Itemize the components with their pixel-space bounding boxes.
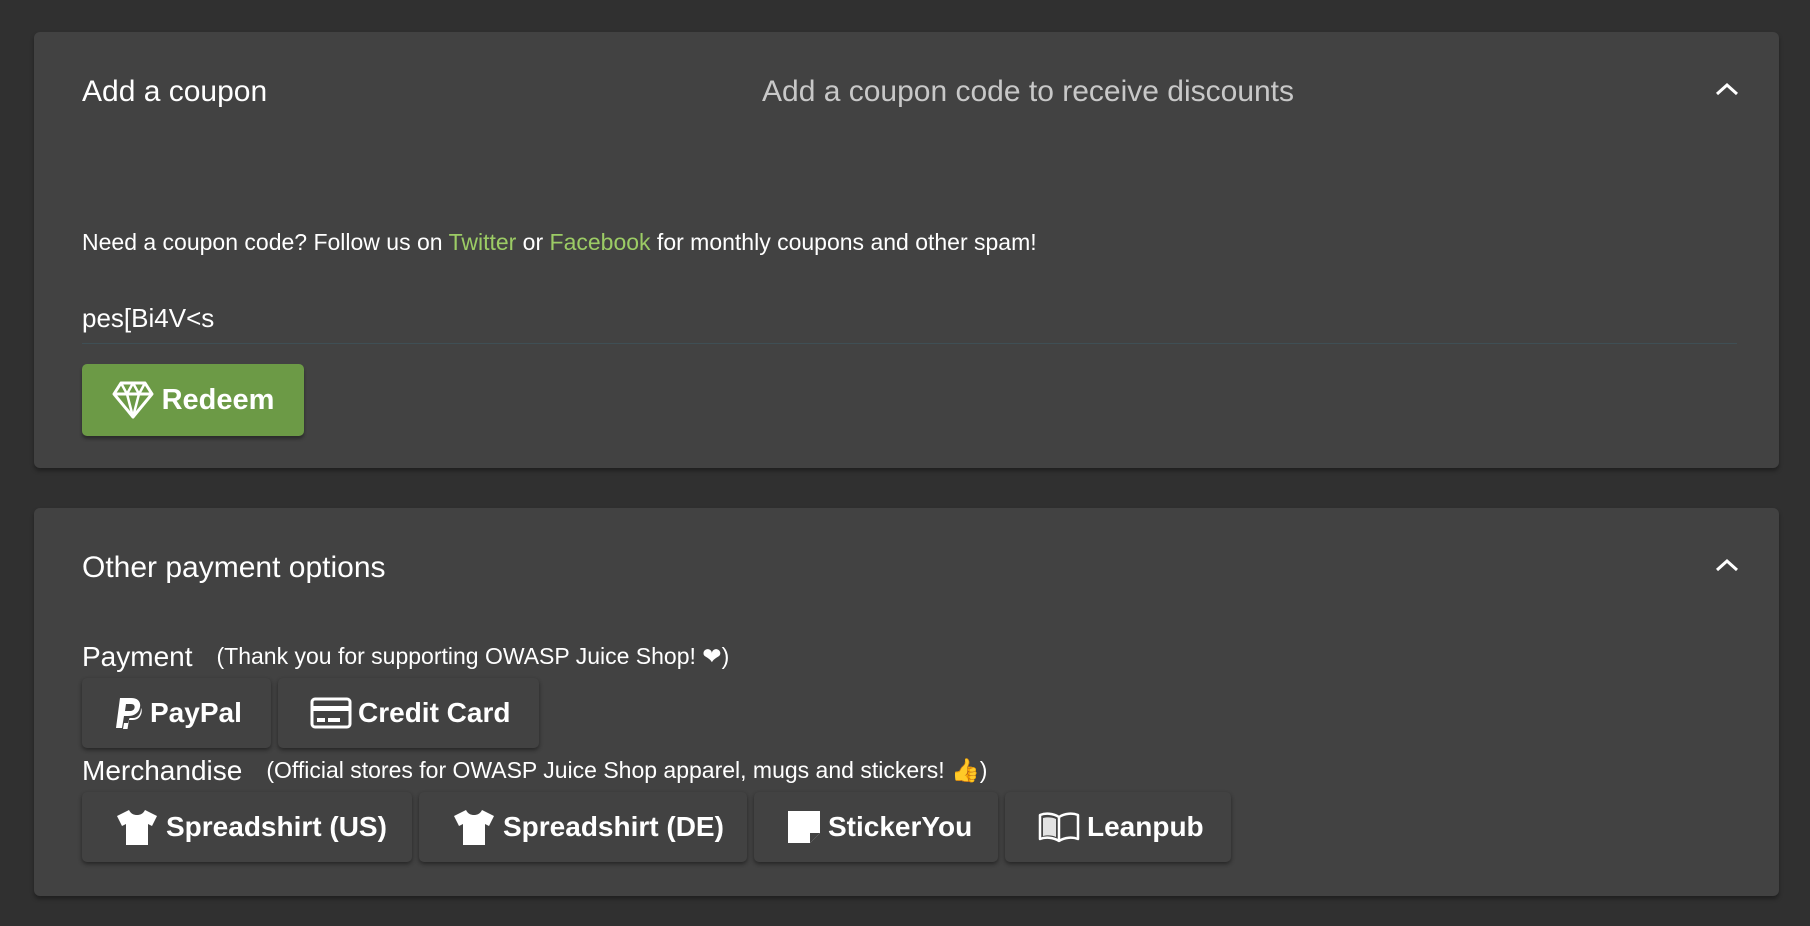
credit-card-label: Credit Card — [358, 697, 511, 728]
payment-note: (Thank you for supporting OWASP Juice Sh… — [216, 643, 730, 669]
coupon-panel-description: Add a coupon code to receive discounts — [762, 75, 1295, 108]
redeem-label: Redeem — [161, 383, 275, 416]
payment-buttons: PayPal Credit Card — [82, 678, 539, 748]
facebook-link[interactable]: Facebook — [550, 229, 651, 255]
coupon-input[interactable] — [82, 300, 1737, 344]
merchandise-note: (Official stores for OWASP Juice Shop ap… — [266, 757, 988, 783]
book-icon — [1037, 811, 1081, 843]
spreadshirt-de-label: Spreadshirt (DE) — [503, 811, 724, 842]
stickeryou-label: StickerYou — [828, 811, 973, 842]
redeem-button[interactable]: Redeem — [82, 364, 304, 436]
paypal-button[interactable]: PayPal — [82, 678, 271, 748]
coupon-panel: Add a coupon Add a coupon code to receiv… — [34, 32, 1779, 468]
credit-card-button[interactable]: Credit Card — [278, 678, 539, 748]
payment-section: Payment (Thank you for supporting OWASP J… — [82, 643, 729, 671]
tshirt-icon — [451, 807, 497, 847]
payment-options-header[interactable]: Other payment options — [34, 508, 1779, 636]
leanpub-button[interactable]: Leanpub — [1005, 792, 1231, 862]
payment-options-panel: Other payment options Payment (Thank you … — [34, 508, 1779, 896]
tshirt-icon — [114, 807, 160, 847]
gem-icon — [112, 381, 154, 419]
chevron-up-icon[interactable] — [1715, 82, 1739, 96]
coupon-panel-title: Add a coupon — [82, 75, 268, 108]
leanpub-label: Leanpub — [1087, 811, 1204, 842]
payment-options-title: Other payment options — [82, 551, 386, 584]
payment-label: Payment — [82, 641, 193, 672]
coupon-hint-suffix: for monthly coupons and other spam! — [650, 229, 1037, 255]
spreadshirt-us-button[interactable]: Spreadshirt (US) — [82, 792, 412, 862]
merchandise-buttons: Spreadshirt (US) Spreadshirt (DE) Sticke… — [82, 792, 1231, 862]
coupon-panel-header[interactable]: Add a coupon Add a coupon code to receiv… — [34, 32, 1779, 160]
twitter-link[interactable]: Twitter — [449, 229, 517, 255]
merchandise-section: Merchandise (Official stores for OWASP Ju… — [82, 757, 987, 785]
coupon-hint: Need a coupon code? Follow us on Twitter… — [82, 229, 1037, 257]
sticky-note-icon — [786, 809, 822, 845]
spreadshirt-us-label: Spreadshirt (US) — [166, 811, 387, 842]
paypal-icon — [114, 696, 144, 730]
credit-card-icon — [310, 696, 352, 730]
stickeryou-button[interactable]: StickerYou — [754, 792, 998, 862]
merchandise-label: Merchandise — [82, 755, 243, 786]
paypal-label: PayPal — [150, 697, 242, 728]
chevron-up-icon[interactable] — [1715, 558, 1739, 572]
coupon-hint-middle: or — [516, 229, 550, 255]
spreadshirt-de-button[interactable]: Spreadshirt (DE) — [419, 792, 747, 862]
coupon-hint-prefix: Need a coupon code? Follow us on — [82, 229, 449, 255]
